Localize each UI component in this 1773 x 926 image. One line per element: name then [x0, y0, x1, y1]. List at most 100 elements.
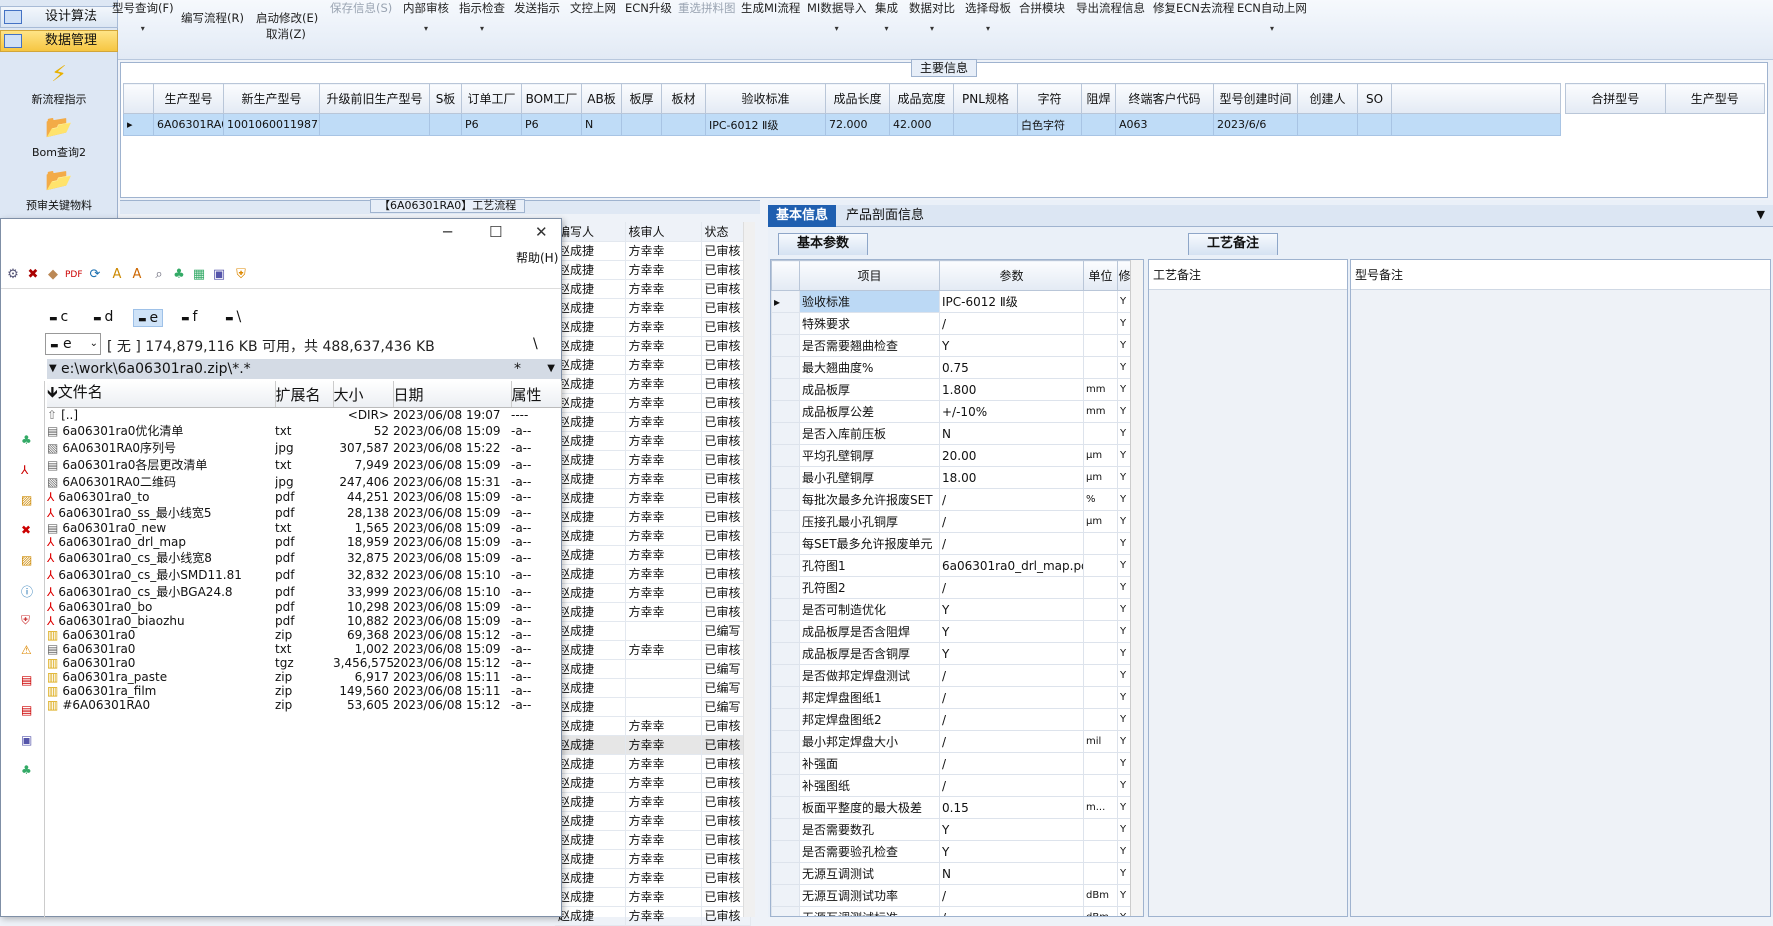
param-cell[interactable]: 成品板厚	[799, 378, 940, 401]
table-row[interactable]: 赵成捷 已编写	[555, 621, 751, 641]
param-cell[interactable]	[1083, 422, 1118, 445]
column-header[interactable]: 项目	[799, 260, 940, 291]
main-info-cell[interactable]: 72.000	[825, 113, 890, 136]
param-cell[interactable]: N	[939, 422, 1084, 445]
column-header[interactable]: 参数	[939, 260, 1084, 291]
param-cell[interactable]: N	[939, 862, 1084, 885]
close-icon[interactable]: ✕	[535, 223, 548, 241]
main-info-cell[interactable]	[319, 113, 430, 136]
main-info-cell[interactable]	[953, 113, 1018, 136]
toolbar-button[interactable]: MI数据导入 ▾	[807, 0, 866, 33]
column-header[interactable]: 字符	[1017, 83, 1082, 114]
param-cell[interactable]: /	[939, 576, 1084, 599]
chevron-down-icon[interactable]: ▾	[403, 24, 449, 33]
param-cell[interactable]: Y	[939, 334, 1084, 357]
table-row[interactable]: 成品板厚是否含阻焊 Y Y	[771, 620, 1132, 643]
param-cell[interactable]: μm	[1083, 510, 1118, 533]
file-row[interactable]: ⅄ 6a06301ra0_bo pdf 10,298 2023/06/08 15:09-…	[47, 600, 561, 614]
table-row[interactable]: 无源互调测试标准/dBmY	[771, 906, 1132, 916]
param-cell[interactable]: 18.00	[939, 466, 1084, 489]
column-header[interactable]: 扩展名	[275, 381, 334, 408]
file-row[interactable]: ⅄ 6a06301ra0_cs_最小线宽8 pdf 32,875 2023/06/08 …	[47, 549, 561, 566]
table-row[interactable]: 赵成捷 方幸幸 已审核	[555, 830, 751, 850]
param-cell[interactable]: /	[939, 752, 1084, 775]
sidebar-precheck[interactable]: 📂 预审关键物料	[0, 168, 118, 213]
main-info-cell[interactable]: P6	[521, 113, 582, 136]
network-icon[interactable]: ♣	[21, 763, 32, 777]
param-cell[interactable]: 成品板厚公差	[799, 400, 940, 423]
table-row[interactable]: 赵成捷 方幸幸 已审核	[555, 640, 751, 660]
file-row[interactable]: ▥ 6a06301ra0 zip 69,368 2023/06/08 15:12 -a--	[47, 628, 561, 642]
column-header[interactable]: 创建人	[1297, 83, 1358, 114]
table-row[interactable]: 成品板厚公差 +/-10% mm Y	[771, 400, 1132, 423]
param-cell[interactable]: m...	[1083, 796, 1118, 819]
table-row[interactable]: 平均孔壁铜厚 20.00 μm Y	[771, 444, 1132, 467]
table-row[interactable]: 赵成捷 方幸幸 已审核	[555, 773, 751, 793]
main-info-cell[interactable]	[1081, 113, 1116, 136]
table-row[interactable]: 是否需要数孔 Y Y	[771, 818, 1132, 841]
toolbar-button[interactable]: 指示检查 ▾	[459, 0, 505, 33]
table-row[interactable]: 赵成捷 方幸幸 已审核	[555, 754, 751, 774]
toolbar-button[interactable]: 内部审核 ▾	[403, 0, 449, 33]
table-row[interactable]: 板面平整度的最大极差 0.15 m... Y	[771, 796, 1132, 819]
param-cell[interactable]: 每SET最多允许报废单元	[799, 532, 940, 555]
param-cell[interactable]: 补强面	[799, 752, 940, 775]
table-row[interactable]: 补强面 / Y	[771, 752, 1132, 775]
toolbar-button[interactable]: 重选拼料图	[678, 0, 736, 16]
param-cell[interactable]	[1083, 774, 1118, 797]
main-info-cell[interactable]	[429, 113, 462, 136]
warning-icon[interactable]: ⚠	[21, 643, 32, 657]
table-row[interactable]: 赵成捷 方幸幸 已审核	[555, 241, 751, 261]
param-cell[interactable]: /	[939, 774, 1084, 797]
chevron-down-icon[interactable]: ▾	[112, 24, 174, 33]
table-row[interactable]: 孔符图1 6a06301ra0_drl_map.pdf Y	[771, 554, 1132, 577]
param-cell[interactable]	[1083, 818, 1118, 841]
param-cell[interactable]	[1083, 290, 1118, 313]
network-icon[interactable]: ♣	[171, 267, 187, 283]
table-row[interactable]: 赵成捷 方幸幸 已审核	[555, 298, 751, 318]
param-cell[interactable]: %	[1083, 488, 1118, 511]
chevron-down-icon[interactable]: ▾	[459, 24, 505, 33]
model-note-box[interactable]: 型号备注	[1350, 259, 1771, 917]
chevron-down-icon[interactable]: ▾	[875, 24, 898, 33]
table-row[interactable]: 赵成捷 方幸幸 已审核	[555, 317, 751, 337]
delete-icon[interactable]: ✖	[25, 267, 41, 283]
table-row[interactable]: 成品板厚是否含铜厚 Y Y	[771, 642, 1132, 665]
param-cell[interactable]: 板面平整度的最大极差	[799, 796, 940, 819]
file-row[interactable]: ▤ 6a06301ra0优化清单 txt 52 2023/06/08 15:09 -a--	[47, 422, 561, 439]
param-cell[interactable]	[1083, 686, 1118, 709]
column-header[interactable]: SO	[1357, 83, 1392, 114]
column-header[interactable]: 成品宽度	[889, 83, 954, 114]
chevron-down-icon[interactable]: ▼	[547, 359, 555, 379]
pdf-icon[interactable]: ⅄	[21, 463, 28, 477]
file-row[interactable]: ▧ 6A06301RA0序列号 jpg 307,587 2023/06/08 15:22…	[47, 439, 561, 456]
toolbar-button[interactable]: 编写流程(R)	[181, 10, 244, 26]
param-cell[interactable]: Y	[939, 620, 1084, 643]
pdf-icon[interactable]: PDF	[65, 267, 83, 283]
chevron-down-icon[interactable]: ▾	[965, 24, 1011, 33]
column-header[interactable]: 🡻文件名	[47, 381, 276, 408]
param-cell[interactable]: 是否需要验孔检查	[799, 840, 940, 863]
param-cell[interactable]: 是否入库前压板	[799, 422, 940, 445]
shield-icon[interactable]: ⛨	[21, 613, 30, 628]
file-row[interactable]: ▤ 6a06301ra0各层更改清单 txt 7,949 2023/06/08 15:0…	[47, 456, 561, 473]
param-cell[interactable]	[1083, 664, 1118, 687]
tab-basic-info[interactable]: 基本信息	[768, 205, 837, 227]
main-info-cell[interactable]: IPC-6012 Ⅱ级	[705, 113, 826, 136]
param-cell[interactable]: Y	[939, 642, 1084, 665]
param-cell[interactable]: Y	[939, 598, 1084, 621]
file-row[interactable]: ▥ #6A06301RA0 zip 53,605 2023/06/08 15:12 -a-…	[47, 698, 561, 712]
archive-icon[interactable]: ◆	[45, 267, 61, 283]
root-button[interactable]: \	[533, 336, 538, 352]
table-row[interactable]: 赵成捷 方幸幸 已审核	[555, 849, 751, 869]
image-icon[interactable]: ▨	[21, 553, 32, 567]
table-row[interactable]: 赵成捷 方幸幸 已审核	[555, 906, 751, 926]
table-row[interactable]: 每批次最多允许报废SET /% Y	[771, 488, 1132, 511]
param-cell[interactable]: 最小邦定焊盘大小	[799, 730, 940, 753]
param-cell[interactable]: mm	[1083, 378, 1118, 401]
drive-select[interactable]: ▬ e ⌄	[45, 333, 101, 355]
file-row[interactable]: ▥ 6a06301ra_paste zip 6,917 2023/06/08 15:11…	[47, 670, 561, 684]
main-info-cell[interactable]	[621, 113, 662, 136]
table-row[interactable]: 赵成捷 方幸幸 已审核	[555, 564, 751, 584]
sidebar-new-flow[interactable]: ⚡ 新流程指示	[0, 62, 118, 107]
